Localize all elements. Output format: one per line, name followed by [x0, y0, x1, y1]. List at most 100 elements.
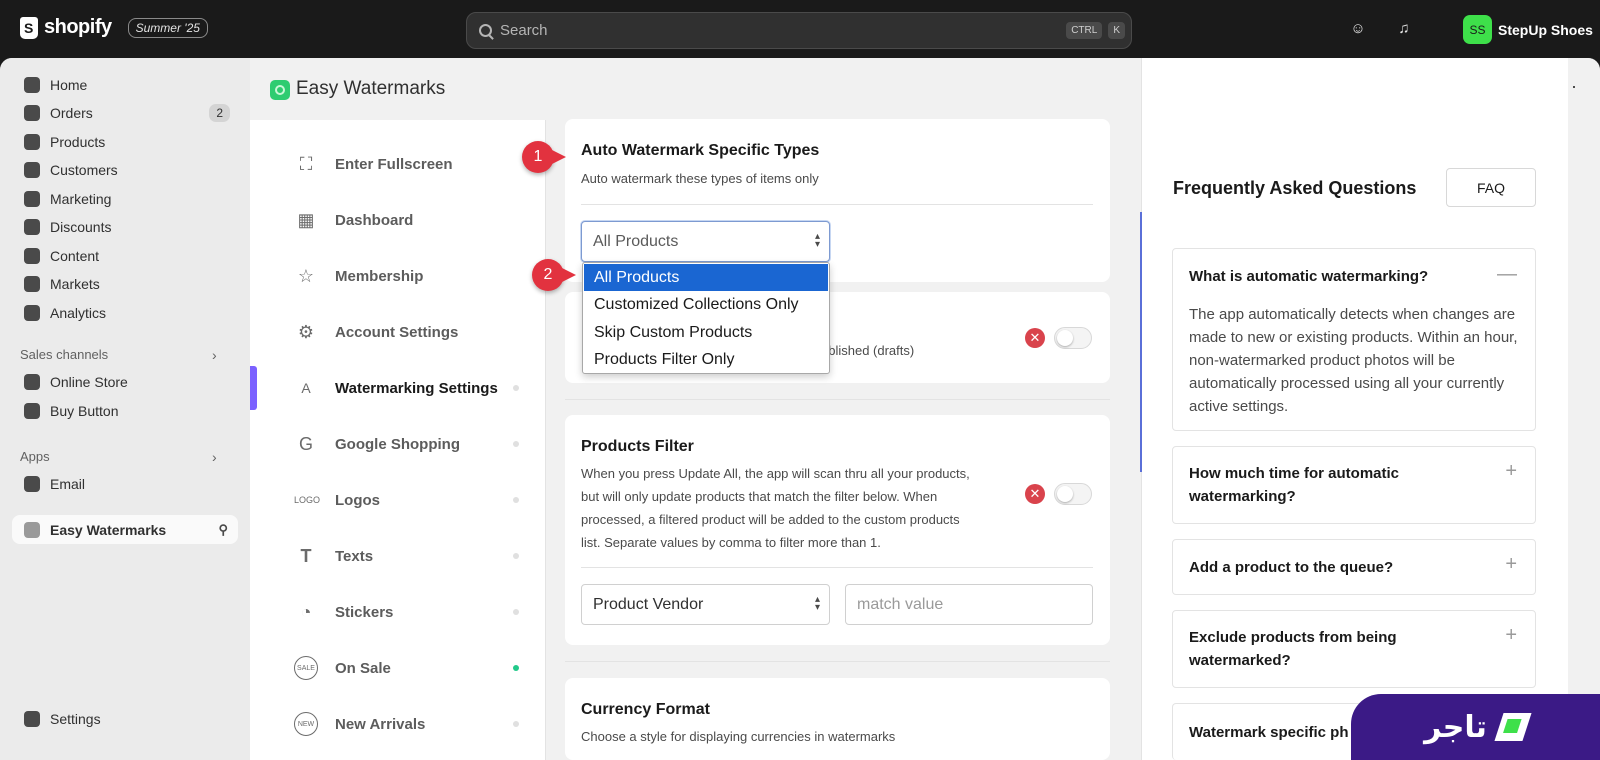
app-nav-account-settings[interactable]: ⚙ Account Settings	[250, 304, 545, 360]
nav-settings[interactable]: Settings	[12, 704, 238, 733]
nav-online-store[interactable]: Online Store	[12, 367, 238, 396]
faq-item[interactable]: How much time for automatic watermarking…	[1172, 446, 1536, 524]
drafts-toggle[interactable]	[1054, 327, 1092, 349]
search-placeholder: Search	[500, 22, 548, 39]
nav-customers[interactable]: Customers	[12, 155, 238, 184]
nav-analytics[interactable]: Analytics	[12, 298, 238, 327]
app-nav-logos[interactable]: LOGO Logos	[250, 472, 545, 528]
app-nav-new-arrivals[interactable]: NEW New Arrivals	[250, 696, 545, 752]
chevron-right-icon[interactable]: ›	[212, 347, 217, 363]
select-value: Product Vendor	[593, 595, 704, 613]
divider	[545, 120, 546, 760]
nav-marketing[interactable]: Marketing	[12, 184, 238, 213]
nav-label: Discounts	[50, 218, 112, 235]
store-menu[interactable]: SS StepUp Shoes	[1463, 15, 1593, 44]
nav-orders[interactable]: Orders 2	[12, 98, 238, 127]
shopify-logo[interactable]: shopify Summer '25	[20, 16, 208, 39]
shopify-bag-icon	[20, 16, 38, 39]
card-subtitle: Auto watermark these types of items only	[581, 171, 819, 186]
app-nav-google-shopping[interactable]: G Google Shopping	[250, 416, 545, 472]
app-nav-label: New Arrivals	[335, 715, 426, 733]
app-nav-label: Stickers	[335, 603, 394, 621]
chevron-right-icon[interactable]: ›	[212, 449, 217, 465]
buy-button-icon	[24, 402, 40, 419]
app-nav-label: Membership	[335, 267, 424, 285]
disabled-x-icon: ✕	[1025, 328, 1045, 348]
card-title: Auto Watermark Specific Types	[581, 142, 820, 159]
nav-markets[interactable]: Markets	[12, 269, 238, 298]
nav-home[interactable]: Home	[12, 70, 238, 99]
faq-item[interactable]: Add a product to the queue? +	[1172, 539, 1536, 595]
watermark-icon: A	[301, 380, 311, 396]
app-nav-label: Logos	[335, 491, 380, 509]
expand-icon[interactable]: +	[1505, 553, 1517, 576]
nav-label: Analytics	[50, 304, 107, 321]
nav-email[interactable]: Email	[12, 469, 238, 498]
faq-item[interactable]: What is automatic watermarking? — The ap…	[1172, 248, 1536, 431]
app-nav-dashboard[interactable]: ▦ Dashboard	[250, 192, 545, 248]
match-value-input[interactable]: match value	[845, 584, 1093, 625]
select-arrows-icon: ▴ ▾	[814, 594, 820, 613]
nav-buy-button[interactable]: Buy Button	[12, 396, 238, 425]
pin-icon[interactable]: ⚲	[218, 522, 228, 538]
select-value: All Products	[593, 232, 679, 250]
nav-discounts[interactable]: Discounts	[12, 212, 238, 241]
option-customized-collections[interactable]: Customized Collections Only	[584, 291, 828, 318]
app-nav-enter-fullscreen[interactable]: ⛶ Enter Fullscreen	[250, 136, 545, 192]
sale-badge-icon: SALE	[294, 656, 318, 680]
faq-item[interactable]: Exclude products from being watermarked?…	[1172, 610, 1536, 688]
apps-heading[interactable]: Apps	[20, 449, 50, 464]
app-icon	[24, 521, 40, 538]
app-nav-membership[interactable]: ☆ Membership	[250, 248, 545, 304]
expand-icon[interactable]: +	[1505, 624, 1517, 647]
faq-button[interactable]: FAQ	[1446, 168, 1536, 207]
tag-icon	[24, 133, 40, 150]
dashboard-icon: ▦	[297, 210, 315, 230]
step-marker-1: 1	[522, 141, 566, 173]
search-bar[interactable]: Search CTRL K	[466, 12, 1132, 49]
app-nav-watermarking-settings[interactable]: A Watermarking Settings	[250, 360, 545, 416]
nav-easy-watermarks[interactable]: Easy Watermarks ⚲	[12, 515, 238, 544]
option-skip-custom-products[interactable]: Skip Custom Products	[584, 319, 828, 346]
nav-label: Buy Button	[50, 402, 119, 419]
easy-watermarks-logo-icon	[270, 80, 290, 100]
products-filter-toggle[interactable]	[1054, 483, 1092, 505]
app-title: Easy Watermarks	[296, 78, 446, 99]
home-icon	[24, 76, 40, 93]
option-all-products[interactable]: All Products	[584, 264, 828, 291]
option-products-filter[interactable]: Products Filter Only	[584, 346, 828, 373]
nav-label: Email	[50, 475, 86, 492]
app-nav-label: Account Settings	[335, 323, 459, 341]
nav-label: Content	[50, 247, 100, 264]
auto-watermark-type-select[interactable]: All Products ▴ ▾	[581, 221, 830, 262]
app-nav-texts[interactable]: T Texts	[250, 528, 545, 584]
shortcut-key-ctrl: CTRL	[1066, 22, 1103, 39]
expand-icon[interactable]: +	[1505, 460, 1517, 483]
target-icon	[24, 190, 40, 207]
collapse-icon[interactable]: —	[1497, 263, 1517, 286]
email-icon	[24, 475, 40, 492]
sidekick-icon[interactable]: ☺	[1349, 20, 1367, 38]
top-bar: shopify Summer '25 Search CTRL K ☺ ♫ SS …	[0, 0, 1600, 58]
sales-channels-heading[interactable]: Sales channels	[20, 347, 108, 362]
faq-question: Exclude products from being watermarked?	[1189, 629, 1397, 669]
app-nav: ⛶ Enter Fullscreen ▦ Dashboard ☆ Membership…	[250, 120, 545, 760]
card-subtitle: Choose a style for displaying currencies…	[581, 729, 896, 744]
app-nav-label: Google Shopping	[335, 435, 460, 453]
nav-content[interactable]: Content	[12, 241, 238, 270]
status-dot	[513, 721, 519, 727]
nav-products[interactable]: Products	[12, 127, 238, 156]
logo-icon: LOGO	[294, 495, 321, 505]
app-nav-on-sale[interactable]: SALE On Sale	[250, 640, 545, 696]
filter-field-select[interactable]: Product Vendor ▴ ▾	[581, 584, 830, 625]
discount-icon	[24, 218, 40, 235]
card-description: When you press Update All, the app will …	[581, 466, 970, 550]
nav-label: Customers	[50, 161, 118, 178]
app-nav-stickers[interactable]: ◔ Stickers	[250, 584, 545, 640]
bell-icon[interactable]: ♫	[1395, 20, 1413, 38]
edition-badge[interactable]: Summer '25	[127, 17, 208, 38]
nav-label: Markets	[50, 275, 100, 292]
divider	[565, 399, 1110, 400]
nav-label: Online Store	[50, 373, 128, 390]
divider	[565, 661, 1110, 662]
